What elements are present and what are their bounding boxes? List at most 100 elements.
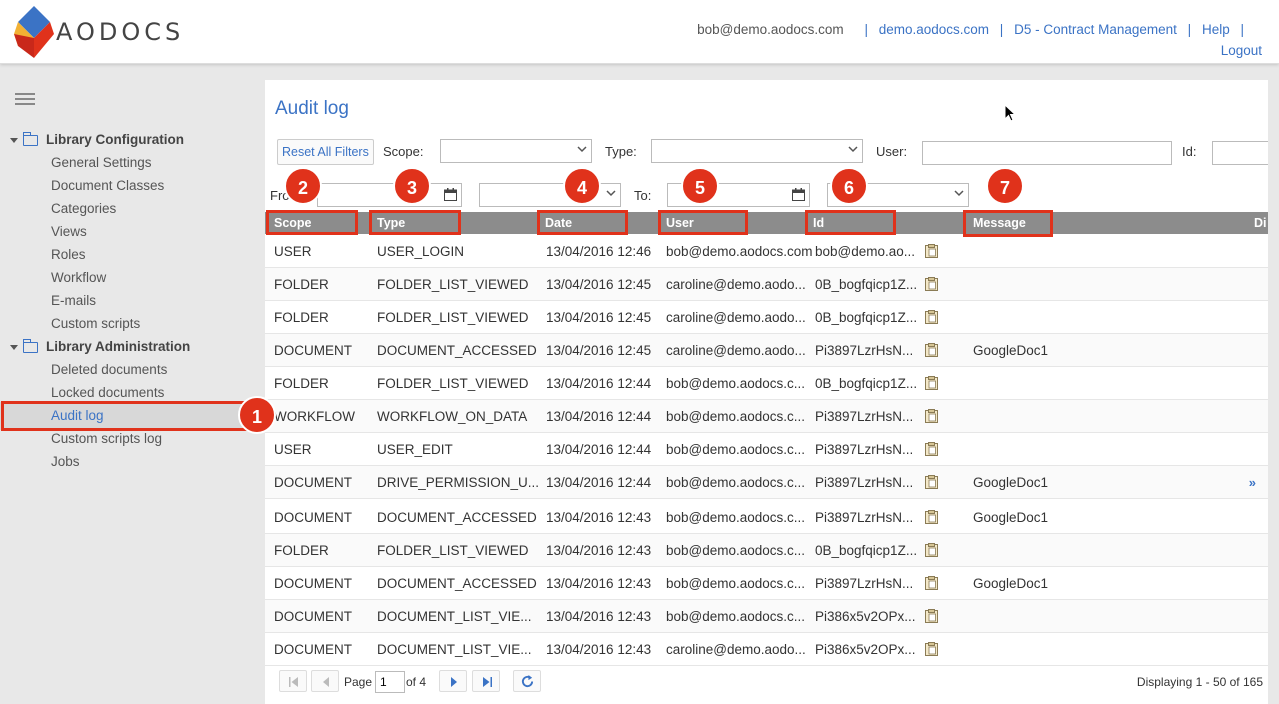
copy-id-icon[interactable] [925, 442, 938, 456]
hamburger-menu-icon[interactable] [15, 93, 35, 107]
next-page-button[interactable] [439, 670, 467, 692]
copy-id-icon[interactable] [925, 277, 938, 291]
sidebar-item-jobs[interactable]: Jobs [51, 454, 80, 469]
copy-id-icon[interactable] [925, 343, 938, 357]
cell-scope: WORKFLOW [274, 409, 355, 424]
table-row[interactable]: USER USER_LOGIN 13/04/2016 12:46 bob@demo.a… [265, 235, 1268, 268]
annotation-badge-6: 6 [830, 167, 868, 205]
sidebar-item-categories[interactable]: Categories [51, 201, 116, 216]
cell-type: FOLDER_LIST_VIEWED [377, 376, 529, 391]
sidebar-item-document-classes[interactable]: Document Classes [51, 178, 164, 193]
cell-id: Pi386x5v2OPx... [815, 642, 916, 657]
sidebar-item-custom-scripts-log[interactable]: Custom scripts log [51, 431, 162, 446]
copy-id-icon[interactable] [925, 376, 938, 390]
cell-user: bob@demo.aodocs.c... [666, 576, 806, 591]
cell-user: bob@demo.aodocs.c... [666, 409, 806, 424]
annotation-box-type [369, 210, 461, 235]
table-row[interactable]: FOLDER FOLDER_LIST_VIEWED 13/04/2016 12:44… [265, 367, 1268, 400]
calendar-icon[interactable] [444, 188, 457, 201]
cell-type: DOCUMENT_ACCESSED [377, 510, 537, 525]
type-filter-label: Type: [605, 144, 637, 159]
copy-id-icon[interactable] [925, 244, 938, 258]
cell-scope: DOCUMENT [274, 609, 352, 624]
next-page-icon [451, 677, 457, 687]
table-row[interactable]: FOLDER FOLDER_LIST_VIEWED 13/04/2016 12:45… [265, 301, 1268, 334]
sidebar-item-roles[interactable]: Roles [51, 247, 86, 262]
domain-link[interactable]: demo.aodocs.com [879, 22, 989, 37]
cell-user: bob@demo.aodocs.com [666, 244, 813, 259]
cell-type: DOCUMENT_LIST_VIE... [377, 609, 532, 624]
table-row[interactable]: WORKFLOW WORKFLOW_ON_DATA 13/04/2016 12:44… [265, 400, 1268, 433]
table-row[interactable]: DOCUMENT DOCUMENT_LIST_VIE... 13/04/2016 1… [265, 600, 1268, 633]
table-row[interactable]: FOLDER FOLDER_LIST_VIEWED 13/04/2016 12:45… [265, 268, 1268, 301]
cell-date: 13/04/2016 12:43 [546, 576, 652, 591]
id-filter-input[interactable] [1212, 141, 1268, 165]
sidebar-item-views[interactable]: Views [51, 224, 87, 239]
copy-id-icon[interactable] [925, 609, 938, 623]
cell-date: 13/04/2016 12:43 [546, 609, 652, 624]
mouse-cursor-icon [1004, 104, 1016, 122]
expand-details-icon[interactable]: » [1249, 475, 1256, 490]
copy-id-icon[interactable] [925, 310, 938, 324]
chevron-down-icon [848, 146, 858, 153]
column-header-details[interactable]: Di [1254, 216, 1267, 230]
table-row[interactable]: DOCUMENT DOCUMENT_LIST_VIE... 13/04/2016 1… [265, 633, 1268, 666]
cell-type: DOCUMENT_ACCESSED [377, 576, 537, 591]
reset-all-filters-button[interactable]: Reset All Filters [277, 139, 374, 165]
cell-user: caroline@demo.aodo... [666, 642, 806, 657]
copy-id-icon[interactable] [925, 409, 938, 423]
expand-triangle-icon [10, 344, 18, 350]
cell-message: GoogleDoc1 [973, 475, 1049, 490]
type-filter-select[interactable] [651, 139, 863, 163]
cell-scope: USER [274, 244, 312, 259]
cell-date: 13/04/2016 12:45 [546, 343, 652, 358]
sidebar-item-workflow[interactable]: Workflow [51, 270, 106, 285]
cell-date: 13/04/2016 12:44 [546, 442, 652, 457]
copy-id-icon[interactable] [925, 510, 938, 524]
cell-date: 13/04/2016 12:45 [546, 277, 652, 292]
sidebar-item-deleted-documents[interactable]: Deleted documents [51, 362, 167, 377]
cell-id: Pi3897LzrHsN... [815, 343, 914, 358]
cell-id: 0B_bogfqicp1Z... [815, 543, 918, 558]
from-date-input[interactable] [317, 183, 462, 207]
refresh-button[interactable] [513, 670, 541, 692]
sidebar-item-e-mails[interactable]: E-mails [51, 293, 96, 308]
page-number-input[interactable] [375, 671, 405, 693]
previous-page-button[interactable] [311, 670, 339, 692]
cell-id: Pi3897LzrHsN... [815, 409, 914, 424]
copy-id-icon[interactable] [925, 475, 938, 489]
copy-id-icon[interactable] [925, 576, 938, 590]
sidebar-item-custom-scripts[interactable]: Custom scripts [51, 316, 140, 331]
last-page-button[interactable] [472, 670, 500, 692]
logout-link[interactable]: Logout [1221, 43, 1262, 58]
annotation-box-user [658, 210, 748, 235]
cell-date: 13/04/2016 12:43 [546, 510, 652, 525]
cell-user: bob@demo.aodocs.c... [666, 475, 806, 490]
first-page-button[interactable] [279, 670, 307, 692]
table-row[interactable]: USER USER_EDIT 13/04/2016 12:44 bob@demo.ao… [265, 433, 1268, 466]
table-row[interactable]: DOCUMENT DOCUMENT_ACCESSED 13/04/2016 12:4… [265, 334, 1268, 367]
table-row[interactable]: DOCUMENT DOCUMENT_ACCESSED 13/04/2016 12:4… [265, 567, 1268, 600]
sidebar-item-locked-documents[interactable]: Locked documents [51, 385, 164, 400]
to-filter-label: To: [634, 188, 652, 203]
page-count-label: of 4 [406, 675, 427, 689]
chevron-down-icon [577, 146, 587, 153]
cell-id: 0B_bogfqicp1Z... [815, 376, 918, 391]
table-row[interactable]: DOCUMENT DOCUMENT_ACCESSED 13/04/2016 12:4… [265, 501, 1268, 534]
folder-icon [22, 131, 38, 146]
cell-date: 13/04/2016 12:46 [546, 244, 652, 259]
copy-id-icon[interactable] [925, 642, 938, 656]
sidebar-section-library-configuration[interactable]: Library Configuration [10, 131, 184, 147]
sidebar-section-library-administration[interactable]: Library Administration [10, 338, 190, 354]
cell-user: bob@demo.aodocs.c... [666, 543, 806, 558]
library-link[interactable]: D5 - Contract Management [1014, 22, 1177, 37]
table-row[interactable]: FOLDER FOLDER_LIST_VIEWED 13/04/2016 12:43… [265, 534, 1268, 567]
user-filter-input[interactable] [922, 141, 1172, 165]
nav-separator: | [864, 22, 868, 37]
sidebar-item-general-settings[interactable]: General Settings [51, 155, 152, 170]
calendar-icon[interactable] [792, 188, 805, 201]
help-link[interactable]: Help [1202, 22, 1230, 37]
copy-id-icon[interactable] [925, 543, 938, 557]
scope-filter-select[interactable] [440, 139, 592, 163]
table-row[interactable]: DOCUMENT DRIVE_PERMISSION_U... 13/04/2016 … [265, 466, 1268, 499]
